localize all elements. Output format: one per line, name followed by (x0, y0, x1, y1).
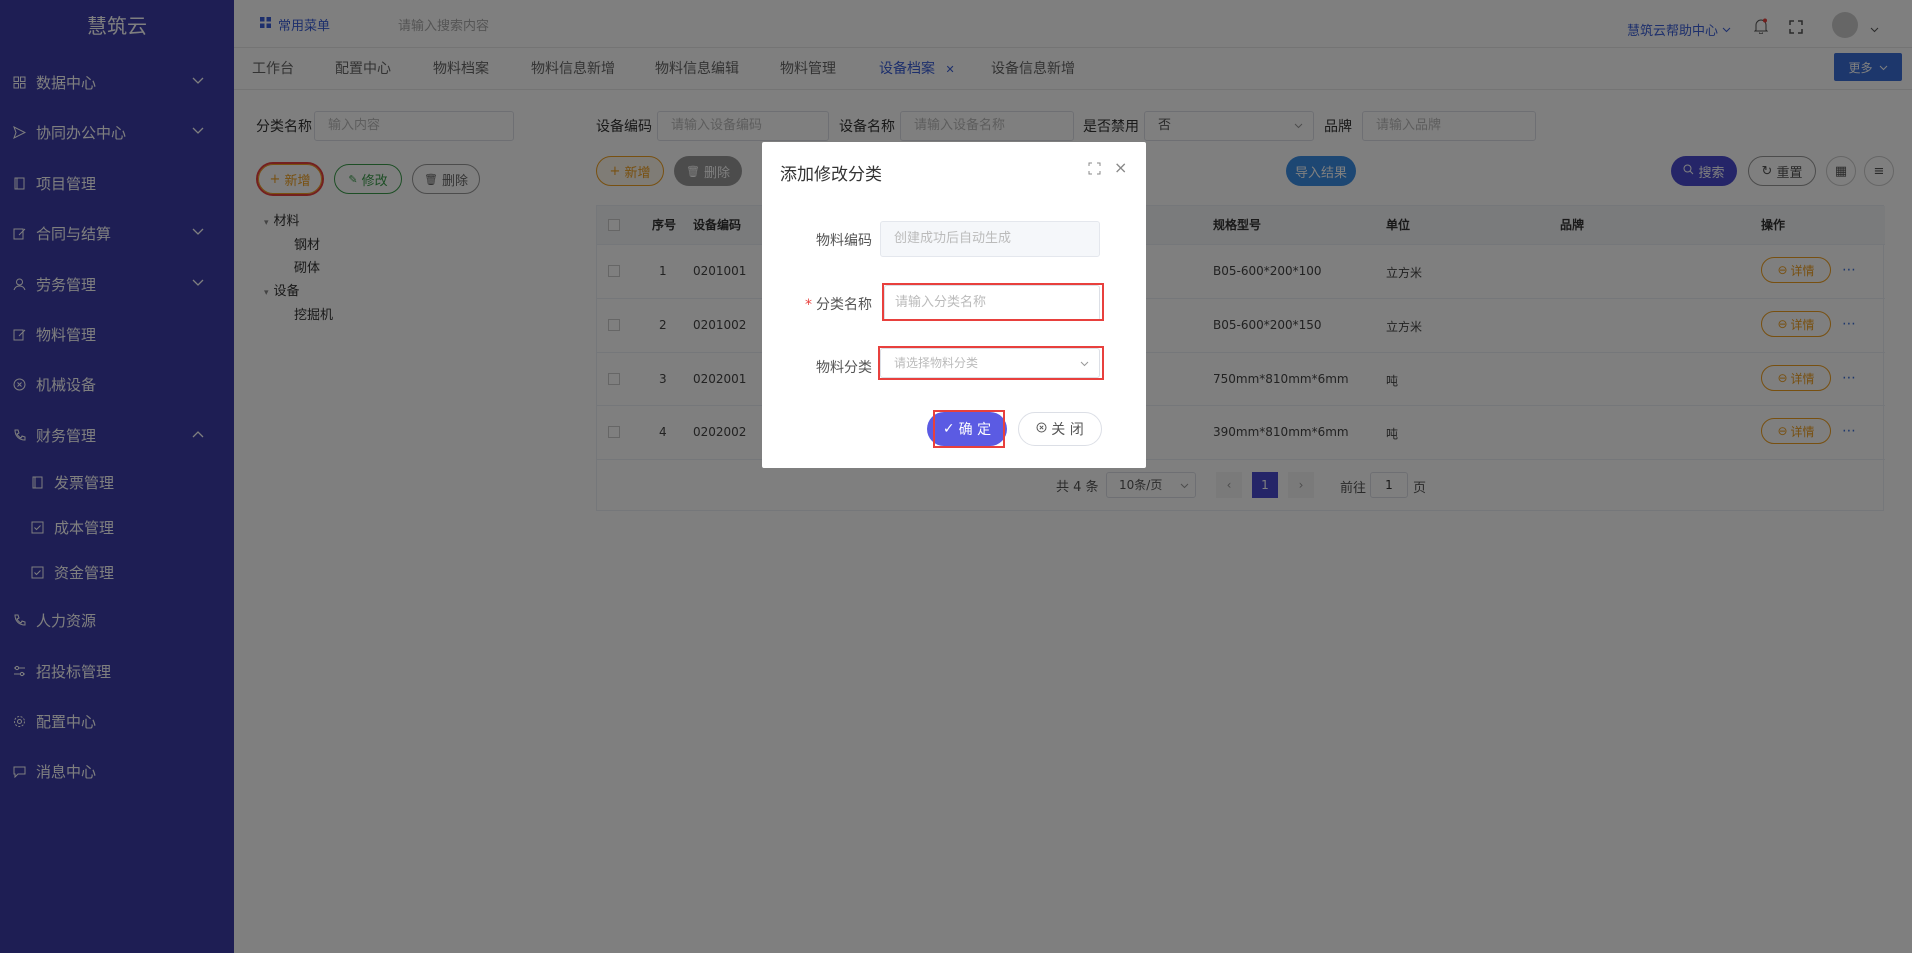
category-name-field-label: * 分类名称 (762, 294, 872, 314)
circle-x-icon (1036, 421, 1047, 437)
highlight-box (878, 346, 1104, 380)
material-category-label: 物料分类 (816, 360, 872, 376)
dialog-title: 添加修改分类 (780, 165, 882, 185)
label-text: 分类名称 (816, 297, 872, 313)
close-button[interactable]: 关 闭 (1018, 412, 1102, 446)
add-edit-category-dialog: 添加修改分类 × 物料编码 创建成功后自动生成 * 分类名称 请输入分类名称 物料… (762, 142, 1146, 468)
material-code-input: 创建成功后自动生成 (880, 221, 1100, 257)
required-mark: * (805, 297, 812, 313)
maximize-icon[interactable] (1088, 162, 1101, 179)
highlight-box (882, 283, 1104, 321)
close-icon[interactable]: × (1114, 158, 1127, 177)
material-code-label: 物料编码 (816, 233, 872, 249)
close-label: 关 闭 (1051, 422, 1084, 438)
app-root: 慧筑云 数据中心 协同办公中心 项目管理 合同与结算 劳务管理 物料管理 机械设… (0, 0, 1912, 953)
highlight-box (933, 410, 1005, 448)
